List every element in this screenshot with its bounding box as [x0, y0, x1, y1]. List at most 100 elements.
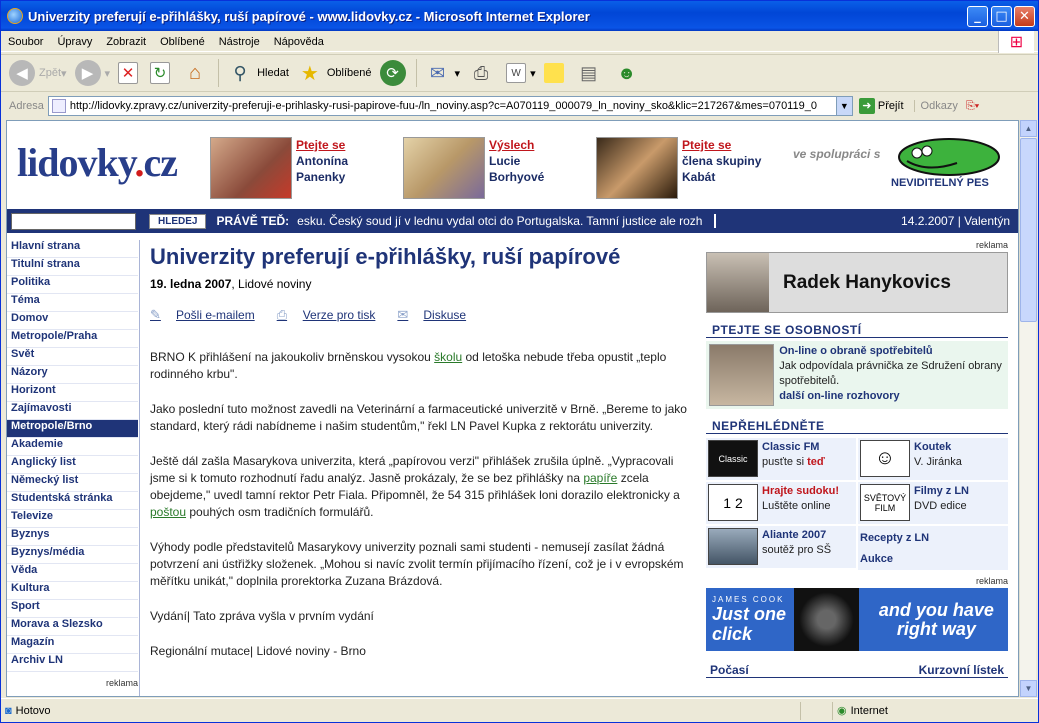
- links-button[interactable]: Odkazy: [913, 100, 958, 112]
- inline-link[interactable]: školu: [434, 350, 462, 364]
- nav-item[interactable]: Byznys: [7, 528, 138, 546]
- nav-item[interactable]: Metropole/Brno: [7, 420, 138, 438]
- teaser-kabat[interactable]: Ptejte se člena skupiny Kabát: [596, 137, 761, 199]
- maximize-button[interactable]: □: [991, 6, 1012, 27]
- minimize-button[interactable]: _: [967, 6, 988, 27]
- nav-item[interactable]: Téma: [7, 294, 138, 312]
- vertical-scrollbar[interactable]: ▲ ▼: [1019, 120, 1037, 697]
- teaser-borhyova[interactable]: Výslech Lucie Borhyové: [403, 137, 544, 199]
- nav-item[interactable]: Německý list: [7, 474, 138, 492]
- refresh-button[interactable]: ↻: [150, 62, 174, 84]
- nav-item[interactable]: Horizont: [7, 384, 138, 402]
- news-ticker[interactable]: esku. Český soud jí v lednu vydal otci d…: [297, 214, 717, 228]
- research-button[interactable]: ▤: [576, 60, 606, 86]
- partner-logo-text: NEVIDITELNÝ PES: [891, 177, 989, 189]
- globe-icon: ◉: [837, 705, 847, 717]
- ad-banner-james-cook[interactable]: JAMES COOK Just one click and you have ri…: [706, 588, 1008, 651]
- page-done-icon: ◙: [5, 704, 12, 717]
- messenger-button[interactable]: ☻: [614, 60, 644, 86]
- scroll-up-button[interactable]: ▲: [1020, 120, 1037, 137]
- promo-koutek[interactable]: ☺ Koutek V. Jiránka: [858, 438, 1008, 480]
- menu-oblibene[interactable]: Oblíbené: [153, 36, 212, 48]
- history-button[interactable]: ⟳: [379, 60, 410, 86]
- address-input[interactable]: http://lidovky.zpravy.cz/univerzity-pref…: [47, 96, 853, 116]
- interview-photo: [709, 344, 775, 406]
- scroll-thumb[interactable]: [1020, 138, 1037, 322]
- stop-button[interactable]: ✕: [118, 62, 142, 84]
- address-dropdown[interactable]: ▼: [835, 97, 852, 115]
- back-button[interactable]: ◀ Zpět ▾: [9, 60, 67, 86]
- sudoku-thumb: 1 2: [708, 484, 758, 521]
- nav-item[interactable]: Anglický list: [7, 456, 138, 474]
- teaser-link[interactable]: Ptejte se: [682, 137, 761, 153]
- scroll-down-button[interactable]: ▼: [1020, 680, 1037, 697]
- weather-link[interactable]: Počasí: [710, 663, 749, 677]
- pdf-icon[interactable]: ⎘▾: [966, 100, 979, 113]
- ad-banner-hanykovics[interactable]: Radek Hanykovics: [706, 252, 1008, 313]
- menu-upravy[interactable]: Úpravy: [50, 36, 99, 48]
- nav-item[interactable]: Svět: [7, 348, 138, 366]
- interview-title[interactable]: On-line o obraně spotřebitelů: [779, 345, 932, 357]
- mail-button[interactable]: ✉ ▾: [425, 60, 460, 86]
- nav-item[interactable]: Věda: [7, 564, 138, 582]
- email-link[interactable]: ✎ Pošli e-mailem: [150, 307, 255, 323]
- nav-item[interactable]: Politika: [7, 276, 138, 294]
- nav-item[interactable]: Názory: [7, 366, 138, 384]
- exchange-link[interactable]: Kurzovní lístek: [919, 663, 1004, 677]
- nav-item[interactable]: Archiv LN: [7, 654, 138, 672]
- menu-napoveda[interactable]: Nápověda: [267, 36, 331, 48]
- discussion-link[interactable]: ✉ Diskuse: [397, 307, 466, 323]
- neviditelny-pes-logo[interactable]: NEVIDITELNÝ PES: [887, 133, 1003, 195]
- classic-fm-thumb: Classic: [708, 440, 758, 477]
- edit-button[interactable]: W ▾: [506, 63, 536, 83]
- inline-link[interactable]: papíře: [583, 471, 617, 485]
- promo-filmy[interactable]: SVĚTOVÝ FILM Filmy z LN DVD edice: [858, 482, 1008, 524]
- print-link-label: Verze pro tisk: [302, 308, 376, 322]
- nav-item[interactable]: Studentská stránka: [7, 492, 138, 510]
- nav-item[interactable]: Zajímavosti: [7, 402, 138, 420]
- promo-classic-fm[interactable]: Classic Classic FM pusťte si teď: [706, 438, 856, 480]
- logo-main: lidovky: [17, 140, 136, 185]
- promo-text: DVD edice: [914, 500, 967, 512]
- ad-label: reklama: [975, 576, 1008, 586]
- promo-aliante[interactable]: Aliante 2007 soutěž pro SŠ: [706, 526, 856, 568]
- site-logo[interactable]: lidovky.cz: [17, 139, 178, 186]
- favorites-button[interactable]: ★ Oblíbené: [297, 60, 372, 86]
- teaser-link[interactable]: Ptejte se: [296, 137, 348, 153]
- inline-link[interactable]: poštou: [150, 505, 186, 519]
- nav-item[interactable]: Morava a Slezsko: [7, 618, 138, 636]
- go-label: Přejít: [877, 100, 904, 112]
- menu-soubor[interactable]: Soubor: [1, 36, 50, 48]
- interview-box[interactable]: On-line o obraně spotřebitelů Jak odpovíd…: [706, 341, 1008, 409]
- recepty-link[interactable]: Recepty z LN: [860, 528, 1008, 549]
- nav-item[interactable]: Magazín: [7, 636, 138, 654]
- menu-zobrazit[interactable]: Zobrazit: [99, 36, 153, 48]
- nav-item[interactable]: Kultura: [7, 582, 138, 600]
- print-link[interactable]: ⎙ Verze pro tisk: [277, 307, 376, 323]
- nav-item[interactable]: Sport: [7, 600, 138, 618]
- forward-button[interactable]: ▶ ▾: [74, 60, 110, 86]
- print-button[interactable]: ⎙: [468, 60, 498, 86]
- teaser-panenka[interactable]: Ptejte se Antonína Panenky: [210, 137, 348, 199]
- search-submit-button[interactable]: HLEDEJ: [149, 213, 207, 229]
- nav-item[interactable]: Titulní strana: [7, 258, 138, 276]
- site-search-input[interactable]: [11, 212, 136, 230]
- teaser-link[interactable]: Výslech: [489, 137, 544, 153]
- aukce-link[interactable]: Aukce: [860, 549, 1008, 570]
- search-button[interactable]: ⚲ Hledat: [227, 60, 288, 86]
- title-bar[interactable]: Univerzity preferují e-přihlášky, ruší p…: [1, 1, 1038, 31]
- nav-item[interactable]: Byznys/média: [7, 546, 138, 564]
- home-button[interactable]: ⌂: [182, 60, 212, 86]
- interview-more-link[interactable]: další on-line rozhovory: [779, 390, 899, 402]
- nav-item[interactable]: Hlavní strana: [7, 240, 138, 258]
- nav-item[interactable]: Metropole/Praha: [7, 330, 138, 348]
- nav-item[interactable]: Domov: [7, 312, 138, 330]
- close-button[interactable]: ✕: [1014, 6, 1035, 27]
- menu-nastroje[interactable]: Nástroje: [212, 36, 267, 48]
- promo-sudoku[interactable]: 1 2 Hrajte sudoku! Luštěte online: [706, 482, 856, 524]
- text: BRNO K přihlášení na jakoukoliv brněnsko…: [150, 350, 435, 364]
- notes-button[interactable]: [543, 63, 568, 83]
- go-button[interactable]: ➜ Přejít: [858, 98, 904, 114]
- nav-item[interactable]: Akademie: [7, 438, 138, 456]
- nav-item[interactable]: Televize: [7, 510, 138, 528]
